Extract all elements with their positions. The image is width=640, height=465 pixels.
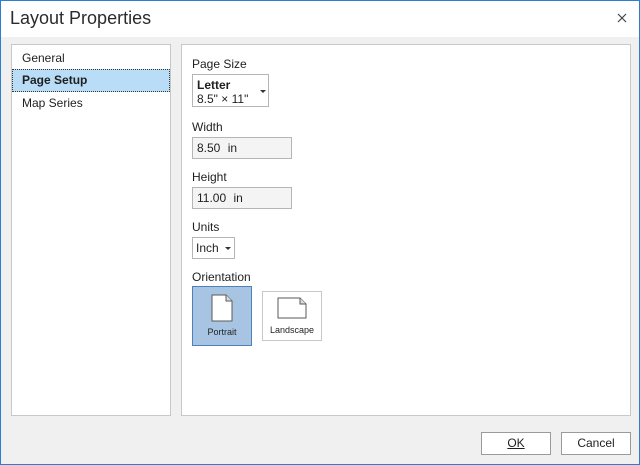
- close-icon: [617, 13, 627, 23]
- height-label: Height: [192, 170, 227, 184]
- page-setup-panel: Page Size Letter 8.5" × 11" Width 8.50 i…: [181, 44, 631, 416]
- page-size-label: Page Size: [192, 57, 247, 71]
- page-size-name: Letter: [197, 78, 231, 92]
- nav-item-map-series[interactable]: Map Series: [12, 92, 170, 115]
- height-field[interactable]: 11.00 in: [192, 187, 292, 209]
- width-field[interactable]: 8.50 in: [192, 137, 292, 159]
- portrait-page-icon: [211, 294, 233, 322]
- width-label: Width: [192, 120, 223, 134]
- title-bar: Layout Properties: [1, 1, 639, 37]
- close-button[interactable]: [613, 9, 631, 27]
- landscape-page-icon: [277, 297, 307, 319]
- cancel-button-label: Cancel: [577, 436, 615, 450]
- height-value: 11.00: [197, 191, 227, 205]
- nav-item-general[interactable]: General: [12, 47, 170, 70]
- ok-button[interactable]: OK: [481, 432, 551, 455]
- cancel-button[interactable]: Cancel: [561, 432, 631, 455]
- portrait-label: Portrait: [207, 327, 237, 337]
- nav-item-label: General: [22, 51, 65, 65]
- width-unit: in: [227, 141, 238, 155]
- landscape-label: Landscape: [269, 325, 315, 335]
- ok-button-label: OK: [507, 436, 525, 450]
- portrait-button[interactable]: Portrait: [192, 286, 252, 346]
- chevron-down-icon: [260, 90, 266, 93]
- nav-item-label: Map Series: [22, 96, 83, 110]
- landscape-button[interactable]: Landscape: [262, 291, 322, 341]
- page-size-dimensions: 8.5" × 11": [197, 92, 249, 106]
- dialog-title: Layout Properties: [10, 8, 152, 28]
- units-dropdown[interactable]: Inch: [192, 237, 235, 259]
- units-value: Inch: [196, 241, 219, 255]
- chevron-down-icon: [225, 247, 231, 250]
- category-nav: General Page Setup Map Series: [11, 44, 171, 416]
- layout-properties-dialog: Layout Properties General Page Setup Map…: [0, 0, 640, 465]
- units-label: Units: [192, 220, 220, 234]
- orientation-label: Orientation: [192, 270, 251, 284]
- nav-item-label: Page Setup: [22, 73, 88, 87]
- height-unit: in: [233, 191, 243, 205]
- page-size-dropdown[interactable]: Letter 8.5" × 11": [192, 74, 269, 107]
- nav-item-page-setup[interactable]: Page Setup: [12, 69, 170, 92]
- width-value: 8.50: [197, 141, 221, 155]
